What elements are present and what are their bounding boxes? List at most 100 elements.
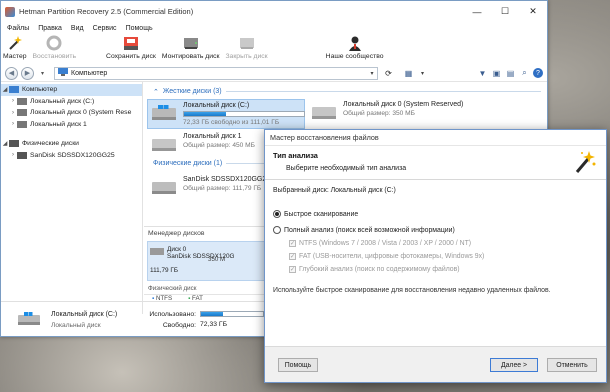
filter-icon[interactable]: ▼ <box>477 68 488 79</box>
wizard-button[interactable]: Мастер <box>3 35 27 60</box>
tree-label: Физические диски <box>22 140 79 148</box>
drive-name: Локальный диск 1 <box>183 133 242 140</box>
view-mode-dropdown-icon[interactable]: ▾ <box>417 68 428 79</box>
forward-button[interactable]: ▶ <box>21 66 34 80</box>
search-icon[interactable]: ⌕ <box>519 68 530 79</box>
full-scan-radio[interactable] <box>273 226 281 234</box>
fast-scan-radio[interactable] <box>273 210 281 218</box>
tree-item-sandisk[interactable]: › SanDisk SDSSDX120GG25 <box>1 150 142 162</box>
physical-disks-icon <box>9 140 19 148</box>
help-icon[interactable]: ? <box>533 68 543 78</box>
drive-system-reserved-card[interactable]: Локальный диск 0 (System Reserved) Общий… <box>311 101 531 119</box>
section-title: Жесткие диски (3) <box>162 88 222 95</box>
back-button[interactable]: ◀ <box>5 66 18 80</box>
full-scan-label: Полный анализ (поиск всей возможной инфо… <box>284 226 455 234</box>
deep-analysis-label: Глубокий анализ (поиск по содержимому фа… <box>299 266 460 273</box>
dialog-heading: Тип анализа <box>273 151 318 160</box>
tree-item-disk-1[interactable]: › Локальный диск 1 <box>1 119 142 131</box>
community-button[interactable]: Наше сообщество <box>326 35 384 60</box>
selected-disk-text: Выбранный диск: Локальный диск (C:) <box>273 187 396 194</box>
dialog-footer: Помощь Далее > Отменить <box>265 346 606 382</box>
restore-button[interactable]: Восстановить <box>32 35 77 60</box>
panel-icon[interactable]: ▣ <box>491 68 502 79</box>
fat-option[interactable]: ✓ FAT (USB-носители, цифровые фотокамеры… <box>289 253 598 260</box>
drive-usage-fill <box>184 112 226 116</box>
fat-label: FAT (USB-носители, цифровые фотокамеры, … <box>299 253 485 260</box>
expand-arrow-icon[interactable]: › <box>9 152 17 158</box>
drive-c-card[interactable]: Локальный диск (C:) 72,33 ГБ свободно из… <box>147 99 305 129</box>
expand-arrow-icon[interactable]: ◢ <box>1 140 9 147</box>
restore-label: Восстановить <box>32 53 77 60</box>
refresh-icon[interactable]: ⟳ <box>383 68 394 79</box>
mount-disk-label: Монтировать диск <box>161 53 220 60</box>
status-free-value: 72,33 ГБ <box>200 321 228 328</box>
recovery-wizard-dialog: Мастер восстановления файлов Тип анализа… <box>264 129 607 383</box>
maximize-button[interactable]: ☐ <box>491 1 519 22</box>
disk-icon <box>150 248 164 255</box>
menu-files[interactable]: Файлы <box>7 25 29 32</box>
menu-service[interactable]: Сервис <box>93 25 117 32</box>
partition-size: 350 М <box>208 256 226 263</box>
close-disk-button[interactable]: Закрыть диск <box>225 35 268 60</box>
fat-checkbox[interactable]: ✓ <box>289 253 296 260</box>
dialog-body: Выбранный диск: Локальный диск (C:) Быст… <box>265 180 606 348</box>
deep-analysis-option[interactable]: ✓ Глубокий анализ (поиск по содержимому … <box>289 266 598 273</box>
disk-manager: Менеджер дисков Диск 0 SanDisk SDSSDX120… <box>144 226 265 302</box>
ntfs-option[interactable]: ✓ NTFS (Windows 7 / 2008 / Vista / 2003 … <box>289 240 598 247</box>
disk-0-block[interactable]: Диск 0 SanDisk SDSSDX120G 111,79 ГБ <box>147 241 265 281</box>
tree-item-computer[interactable]: ◢ Компьютер <box>1 84 142 96</box>
fast-scan-label: Быстрое сканирование <box>284 210 359 218</box>
view-mode-icon[interactable]: ▦ <box>403 68 414 79</box>
expand-arrow-icon[interactable]: › <box>9 98 17 104</box>
nav-history-icon[interactable]: ▾ <box>37 68 48 79</box>
tree-label: Локальный диск (C:) <box>30 97 95 105</box>
expand-arrow-icon[interactable]: › <box>9 110 17 116</box>
status-usage-fill <box>201 312 223 316</box>
dialog-title: Мастер восстановления файлов <box>265 130 606 146</box>
address-path: Компьютер <box>71 69 108 77</box>
menu-bar: Файлы Правка Вид Сервис Помощь <box>1 22 547 35</box>
address-field[interactable]: Компьютер ▾ <box>54 66 378 80</box>
mount-disk-icon <box>182 35 200 51</box>
tree-label: Локальный диск 0 (System Rese <box>30 109 132 117</box>
collapse-icon: ⌃ <box>153 88 159 96</box>
menu-help[interactable]: Помощь <box>126 25 153 32</box>
minimize-button[interactable]: — <box>463 1 491 22</box>
tree-item-system-reserved[interactable]: › Локальный диск 0 (System Rese <box>1 107 142 119</box>
address-bar: ◀ ▶ ▾ Компьютер ▾ ⟳ ▦ ▾ ▼ ▣ ▤ ⌕ ? <box>1 65 547 82</box>
deep-analysis-checkbox[interactable]: ✓ <box>289 266 296 273</box>
menu-view[interactable]: Вид <box>71 25 84 32</box>
drive-windows-icon <box>17 311 41 329</box>
app-logo-icon <box>5 6 15 17</box>
mount-disk-button[interactable]: Монтировать диск <box>161 35 220 60</box>
layout-icon[interactable]: ▤ <box>505 68 516 79</box>
dialog-subheading: Выберите необходимый тип анализа <box>286 165 407 172</box>
wizard-label: Мастер <box>3 53 27 60</box>
tree-item-physical-disks[interactable]: ◢ Физические диски <box>1 138 142 150</box>
address-dropdown-icon[interactable]: ▾ <box>367 70 377 77</box>
hard-disks-header[interactable]: ⌃ Жесткие диски (3) <box>143 86 547 97</box>
status-drive-type: Локальный диск <box>51 321 101 329</box>
drive-name: Локальный диск (C:) <box>183 102 250 109</box>
computer-icon <box>9 86 19 94</box>
close-disk-icon <box>238 35 256 51</box>
menu-edit[interactable]: Правка <box>38 25 62 32</box>
disk-manager-title: Менеджер дисков <box>148 230 205 237</box>
next-button[interactable]: Далее > <box>490 358 538 372</box>
lifebuoy-icon <box>45 35 63 51</box>
drive-windows-icon <box>151 104 177 120</box>
close-button[interactable]: ✕ <box>519 1 547 22</box>
drive-icon <box>17 151 27 159</box>
ntfs-label: NTFS (Windows 7 / 2008 / Vista / 2003 / … <box>299 240 472 247</box>
expand-arrow-icon[interactable]: ◢ <box>1 86 9 93</box>
ntfs-checkbox[interactable]: ✓ <box>289 240 296 247</box>
cancel-button[interactable]: Отменить <box>547 358 597 372</box>
expand-arrow-icon[interactable]: › <box>9 121 17 127</box>
tree-item-drive-c[interactable]: › Локальный диск (C:) <box>1 96 142 108</box>
help-button[interactable]: Помощь <box>278 358 318 372</box>
drive-size: Общий размер: 450 МБ <box>183 142 255 149</box>
save-disk-button[interactable]: Сохранить диск <box>106 35 156 60</box>
magic-wand-icon <box>6 35 24 51</box>
full-scan-option[interactable]: Полный анализ (поиск всей возможной инфо… <box>273 226 598 234</box>
fast-scan-option[interactable]: Быстрое сканирование <box>273 210 598 218</box>
